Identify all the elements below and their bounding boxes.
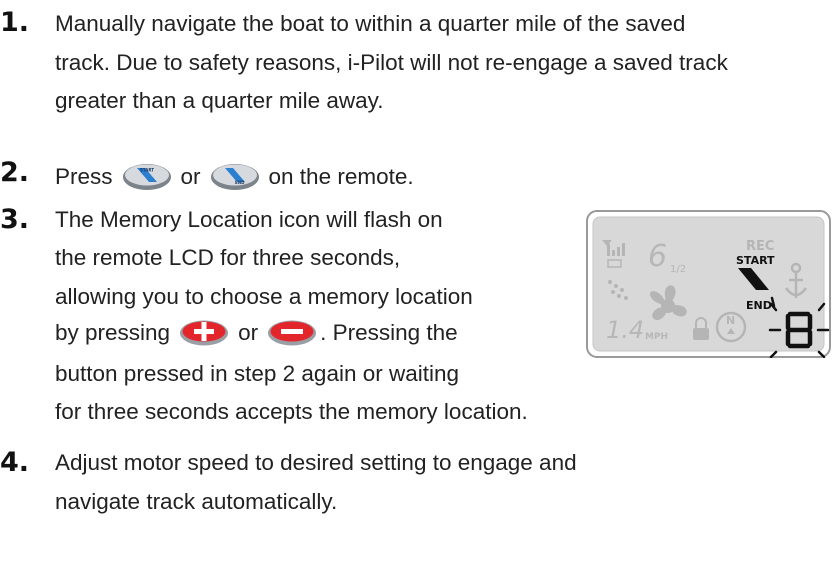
step-text: by pressing [55, 319, 171, 345]
step-text: for three seconds accepts the memory loc… [55, 399, 528, 424]
minus-button-icon [268, 320, 317, 346]
svg-text:6: 6 [648, 239, 667, 274]
step-number: 4. [0, 447, 30, 478]
step-text: or [180, 163, 201, 189]
svg-text:8: 8 [586, 210, 587, 211]
step-text: Manually navigate the boat to within a q… [55, 11, 686, 36]
step-text: the remote LCD for three seconds, [55, 245, 401, 270]
svg-text:END: END [235, 180, 245, 185]
step-text: button pressed in step 2 again or waitin… [55, 361, 460, 386]
svg-text:END: END [746, 299, 772, 312]
step-text: navigate track automatically. [55, 489, 338, 514]
svg-text:MPH: MPH [645, 332, 668, 342]
step-number: 2. [0, 157, 30, 188]
svg-text:REC: REC [746, 239, 774, 254]
step-text: Adjust motor speed to desired setting to… [55, 450, 577, 475]
step-text: or [238, 319, 259, 345]
step-text: allowing you to choose a memory location [55, 284, 473, 309]
svg-text:1.4: 1.4 [606, 316, 644, 344]
start-button-icon: START [122, 164, 171, 190]
svg-text:START: START [736, 254, 775, 267]
end-button-icon: END [210, 164, 259, 190]
step-4: 4. Adjust motor speed to desired setting… [0, 438, 833, 538]
svg-text:1/2: 1/2 [670, 264, 686, 275]
svg-text:N: N [726, 314, 735, 327]
step-text: . Pressing the [320, 319, 458, 345]
step-number: 1. [0, 7, 30, 38]
step-1: 1. Manually navigate the boat to within … [0, 0, 833, 130]
step-number: 3. [0, 204, 30, 235]
step-2: 2. Press START or END on the remote. [0, 140, 833, 190]
remote-lcd-illustration: 6 1/2 1.4 MPH N REC START END 8 [586, 210, 831, 358]
step-text: Press [55, 163, 113, 189]
step-text: The Memory Location icon will flash on [55, 207, 443, 232]
step-text: track. Due to safety reasons, i-Pilot wi… [55, 50, 728, 75]
step-text: greater than a quarter mile away. [55, 88, 384, 113]
svg-text:START: START [140, 168, 154, 173]
step-text: on the remote. [268, 163, 414, 189]
plus-button-icon [180, 320, 229, 346]
step-3: 3. The Memory Location icon will flash o… [0, 200, 600, 430]
